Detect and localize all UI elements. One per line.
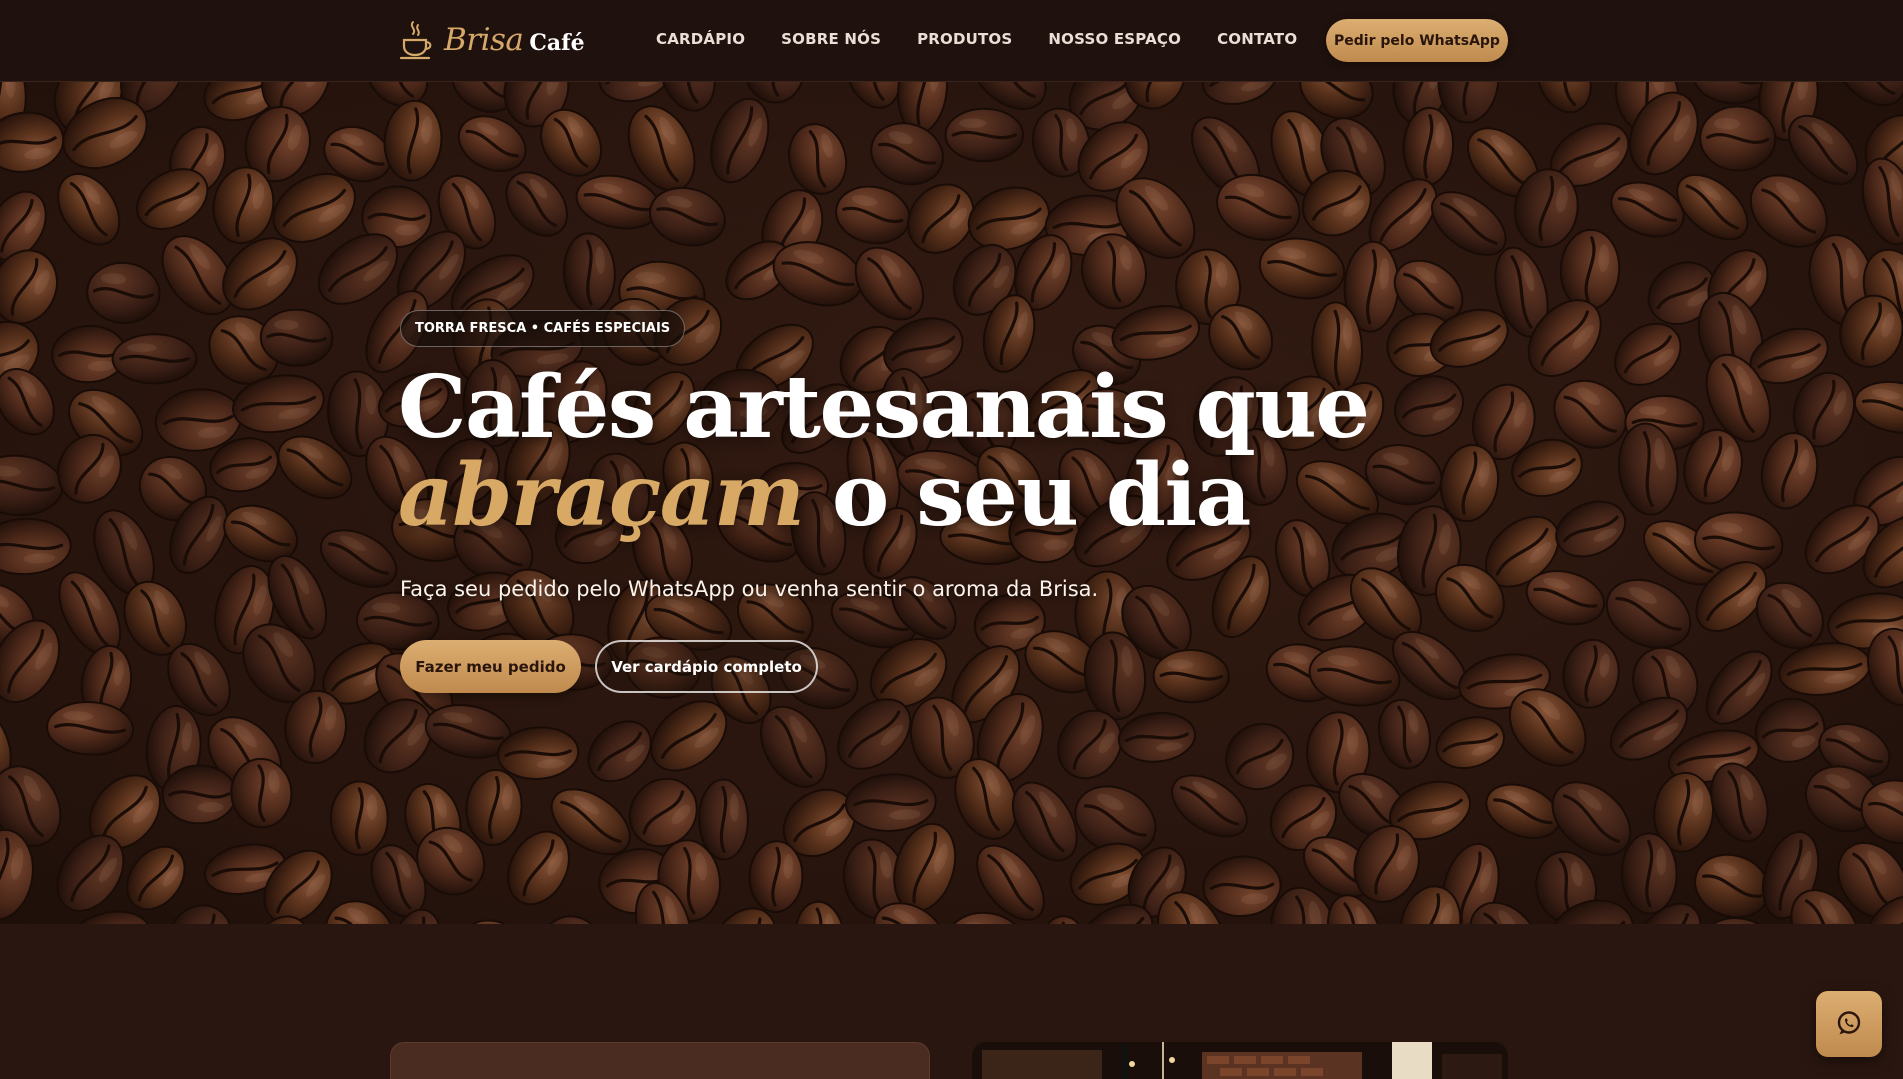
headline-accent: abraçam bbox=[398, 445, 805, 546]
hero-badge: TORRA FRESCA • CAFÉS ESPECIAIS bbox=[400, 310, 686, 347]
hero-subtitle: Faça seu pedido pelo WhatsApp ou venha s… bbox=[400, 577, 1099, 601]
hero-section: TORRA FRESCA • CAFÉS ESPECIAIS Cafés art… bbox=[0, 82, 1903, 924]
coffee-cup-icon bbox=[396, 16, 436, 64]
whatsapp-order-button[interactable]: Pedir pelo WhatsApp bbox=[1326, 19, 1508, 62]
about-section bbox=[0, 924, 1903, 1079]
brand-logo[interactable]: Brisa Café bbox=[396, 16, 585, 64]
brand-name: Brisa Café bbox=[444, 22, 585, 58]
site-header: Brisa Café CARDÁPIO SOBRE NÓS PRODUTOS N… bbox=[0, 0, 1903, 82]
cafe-interior-photo bbox=[972, 1042, 1508, 1079]
whatsapp-icon bbox=[1835, 1009, 1863, 1040]
nav-item-produtos[interactable]: PRODUTOS bbox=[917, 30, 1012, 48]
about-card bbox=[390, 1042, 930, 1079]
order-now-button[interactable]: Fazer meu pedido bbox=[400, 640, 581, 693]
main-nav: CARDÁPIO SOBRE NÓS PRODUTOS NOSSO ESPAÇO… bbox=[656, 30, 1297, 48]
full-menu-button[interactable]: Ver cardápio completo bbox=[595, 640, 818, 693]
nav-item-contato[interactable]: CONTATO bbox=[1217, 30, 1297, 48]
headline-line-1: Cafés artesanais que bbox=[398, 357, 1370, 458]
brand-name-script: Brisa bbox=[444, 22, 524, 58]
whatsapp-float-button[interactable] bbox=[1816, 991, 1882, 1057]
hero-headline: Cafés artesanais que abraçam o seu dia bbox=[398, 364, 1370, 540]
nav-item-sobre-nos[interactable]: SOBRE NÓS bbox=[781, 30, 881, 48]
nav-item-cardapio[interactable]: CARDÁPIO bbox=[656, 30, 745, 48]
nav-item-nosso-espaco[interactable]: NOSSO ESPAÇO bbox=[1048, 30, 1181, 48]
headline-rest: o seu dia bbox=[803, 445, 1251, 546]
brand-name-bold: Café bbox=[529, 30, 585, 56]
